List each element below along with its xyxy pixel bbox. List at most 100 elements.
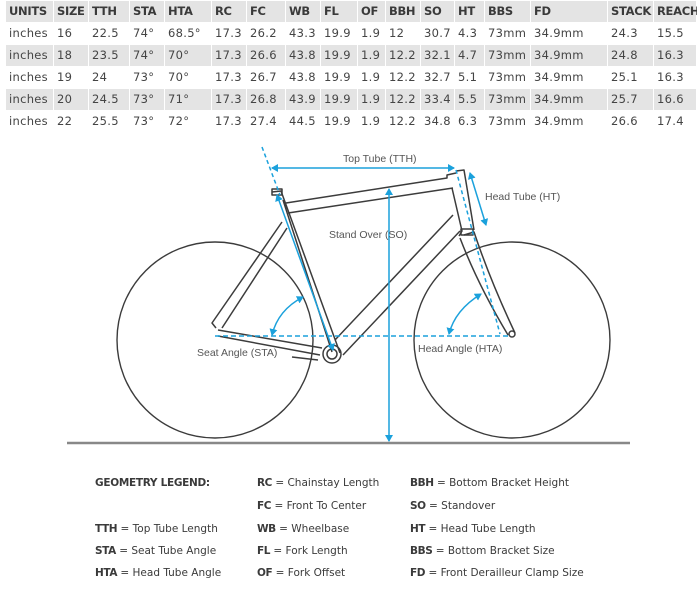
table-cell: 74° [133, 26, 155, 40]
table-cell: 26.6 [611, 114, 638, 128]
table-cell: 24 [92, 70, 108, 84]
seat-angle-label: Seat Angle (STA) [197, 347, 277, 359]
front-wheel [413, 241, 611, 439]
legend-abbr: FL [257, 545, 271, 557]
table-cell: 16.6 [654, 89, 696, 110]
table-cell: 4.3 [458, 26, 478, 40]
table-cell: inches [6, 45, 53, 66]
table-cell: 5.5 [455, 89, 484, 110]
table-row: inches 18 23.5 74° 70° 17.3 26.6 43.8 19.9 1.9 12.… [6, 45, 697, 67]
table-cell: 1.9 [361, 114, 381, 128]
legend-abbr: BBS [410, 545, 433, 557]
column-header: STA [130, 1, 164, 22]
table-row: inches 19 24 73° 70° 17.3 26.7 43.8 19.9 1.9 12.2 3… [6, 67, 697, 89]
top-tube [285, 172, 457, 214]
table-cell: 33.4 [421, 89, 454, 110]
legend-abbr: SO [410, 500, 426, 512]
column-header: FD [531, 1, 607, 22]
table-cell: 1.9 [361, 70, 381, 84]
table-cell: 12.2 [389, 114, 416, 128]
table-cell: 34.9mm [531, 45, 607, 66]
column-header: BBH [386, 1, 420, 22]
table-cell: 68.5° [168, 26, 201, 40]
legend-item-fc: FC = Front To Center [257, 500, 366, 512]
seat-angle-arc [269, 296, 304, 336]
table-cell: 34.9mm [534, 114, 584, 128]
legend-abbr: RC [257, 477, 272, 489]
column-header: FC [247, 1, 285, 22]
legend-item-bbs: BBS = Bottom Bracket Size [410, 545, 555, 557]
table-cell: 24.3 [611, 26, 638, 40]
legend-desc: = Bottom Bracket Height [436, 477, 569, 489]
column-header: STACK [608, 1, 653, 22]
table-row: inches 22 25.5 73° 72° 17.3 27.4 44.5 19.9 1.9 12.… [6, 111, 697, 133]
table-cell: 26.2 [250, 26, 277, 40]
table-cell: 32.7 [424, 70, 451, 84]
legend-abbr: HT [410, 523, 426, 535]
table-cell: 73mm [488, 26, 527, 40]
column-header: RC [212, 1, 246, 22]
fork [459, 231, 516, 336]
legend-title: GEOMETRY LEGEND: [95, 477, 210, 489]
table-cell: 25.5 [92, 114, 119, 128]
table-cell: 24.5 [89, 89, 129, 110]
column-header: SIZE [54, 1, 88, 22]
table-cell: 19.9 [321, 45, 357, 66]
table-cell: 27.4 [250, 114, 277, 128]
table-header-row: UNITS SIZE TTH STA HTA RC FC WB FL OF BBH SO HT BBS FD… [6, 1, 697, 23]
legend-desc: = Head Tube Length [428, 523, 536, 535]
legend-item-bbh: BBH = Bottom Bracket Height [410, 477, 569, 489]
legend-abbr: HTA [95, 567, 118, 579]
table-cell: 26.7 [250, 70, 277, 84]
table-cell: 12.2 [386, 89, 420, 110]
head-angle-arc [446, 293, 482, 335]
legend-item-wb: WB = Wheelbase [257, 523, 349, 535]
column-header: UNITS [6, 1, 53, 22]
seat-tube-axis [261, 146, 281, 196]
seat-stay [211, 221, 288, 329]
table-cell: 4.7 [455, 45, 484, 66]
legend-abbr: FD [410, 567, 426, 579]
table-cell: 17.3 [215, 70, 242, 84]
table-cell: inches [9, 26, 48, 40]
table-cell: 71° [165, 89, 211, 110]
chain-stay-inner [291, 356, 319, 361]
table-cell: 25.1 [611, 70, 638, 84]
legend-desc: = Bottom Bracket Size [435, 545, 555, 557]
legend-abbr: OF [257, 567, 273, 579]
table-cell: 16.3 [657, 70, 684, 84]
table-cell: inches [9, 70, 48, 84]
legend-abbr: FC [257, 500, 272, 512]
table-cell: 73° [133, 70, 155, 84]
table-cell: 18 [54, 45, 88, 66]
table-cell: 34.8 [424, 114, 451, 128]
table-cell: 16 [57, 26, 73, 40]
table-cell: 19 [57, 70, 73, 84]
table-cell: 17.4 [657, 114, 684, 128]
legend-item-so: SO = Standover [410, 500, 495, 512]
legend-desc: = Wheelbase [279, 523, 350, 535]
legend-abbr: STA [95, 545, 116, 557]
table-cell: 43.3 [289, 26, 316, 40]
table-cell: 24.8 [608, 45, 653, 66]
table-cell: 43.9 [286, 89, 320, 110]
table-cell: 17.3 [212, 89, 246, 110]
table-cell: 15.5 [657, 26, 684, 40]
table-cell: 73mm [488, 70, 527, 84]
table-cell: 6.3 [458, 114, 478, 128]
legend-desc: = Chainstay Length [275, 477, 380, 489]
seat-tube [271, 190, 341, 354]
legend-desc: = Head Tube Angle [120, 567, 222, 579]
table-cell: 72° [168, 114, 190, 128]
table-cell: 17.3 [215, 114, 242, 128]
legend-desc: = Seat Tube Angle [119, 545, 217, 557]
table-cell: 1.9 [358, 89, 385, 110]
table-cell: 30.7 [424, 26, 451, 40]
table-cell: 16.3 [654, 45, 696, 66]
table-cell: 73° [130, 89, 164, 110]
table-cell: 17.3 [212, 45, 246, 66]
legend-desc: = Fork Offset [275, 567, 346, 579]
legend-desc: = Standover [429, 500, 496, 512]
table-cell: 73mm [485, 45, 530, 66]
legend-abbr: TTH [95, 523, 118, 535]
